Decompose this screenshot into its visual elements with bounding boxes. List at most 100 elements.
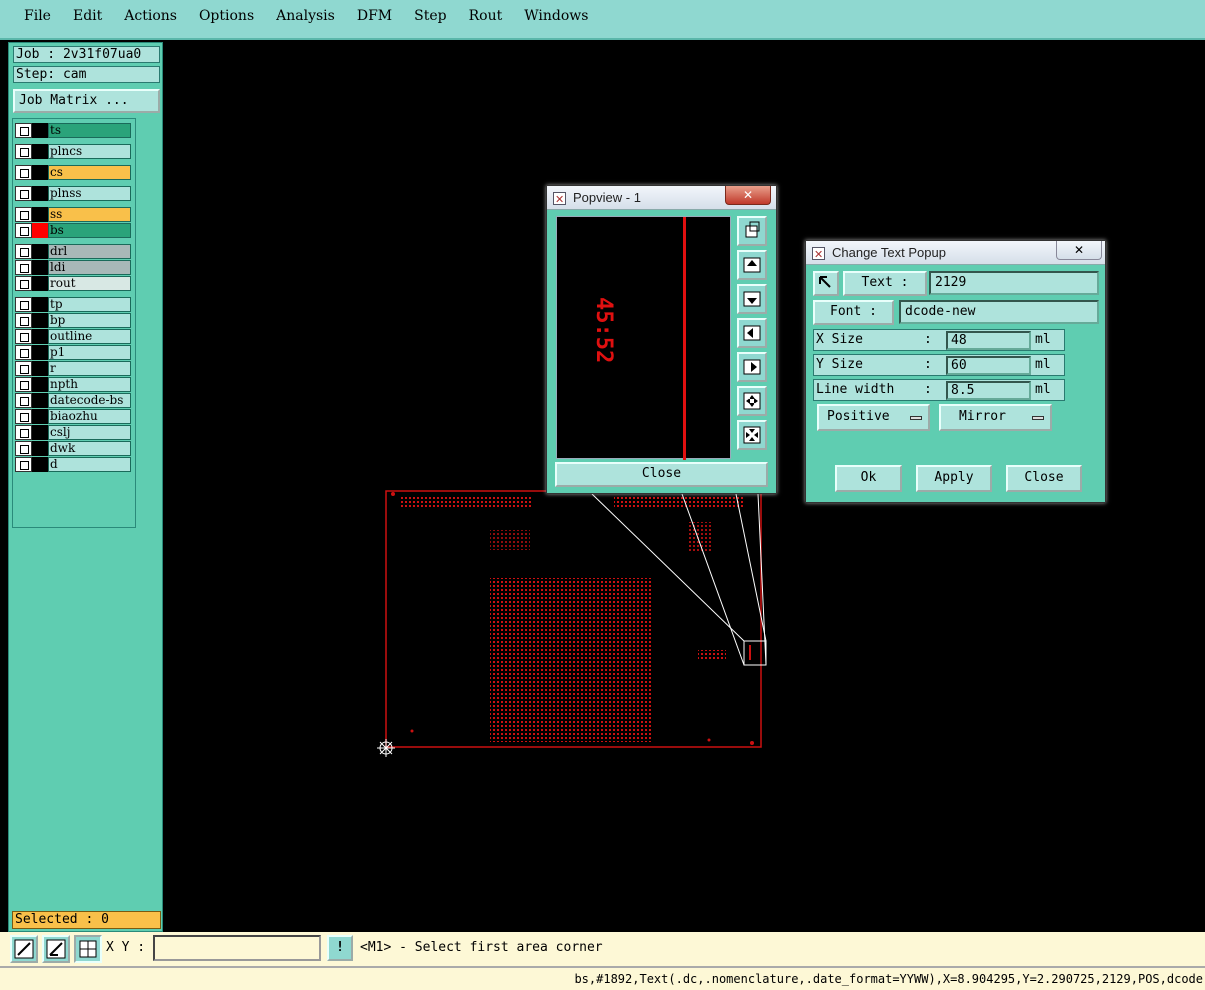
line-width-input[interactable]: 8.5: [946, 381, 1031, 400]
layer-row-drl[interactable]: drl: [15, 244, 135, 259]
layer-color-swatch[interactable]: [32, 441, 48, 456]
layer-name[interactable]: cs: [48, 165, 131, 180]
snap-icon[interactable]: [42, 935, 70, 963]
layer-name[interactable]: plnss: [48, 186, 131, 201]
layer-checkbox[interactable]: [15, 186, 32, 201]
measure-icon[interactable]: [10, 935, 38, 963]
layer-name[interactable]: ts: [48, 123, 131, 138]
layer-color-swatch[interactable]: [32, 165, 48, 180]
change-text-close-icon[interactable]: ✕: [1056, 241, 1102, 260]
layer-checkbox[interactable]: [15, 244, 32, 259]
layer-row-r[interactable]: r: [15, 361, 135, 376]
layer-row-d[interactable]: d: [15, 457, 135, 472]
layer-row-cslj[interactable]: cslj: [15, 425, 135, 440]
layer-name[interactable]: d: [48, 457, 131, 472]
ok-button[interactable]: Ok: [835, 465, 902, 492]
layer-checkbox[interactable]: [15, 441, 32, 456]
layer-color-swatch[interactable]: [32, 297, 48, 312]
layer-name[interactable]: outline: [48, 329, 131, 344]
pan-right-icon[interactable]: [737, 352, 767, 382]
layer-checkbox[interactable]: [15, 207, 32, 222]
layer-row-ldi[interactable]: ldi: [15, 260, 135, 275]
pick-arrow-icon[interactable]: [813, 271, 839, 296]
layer-name[interactable]: dwk: [48, 441, 131, 456]
layer-color-swatch[interactable]: [32, 244, 48, 259]
layer-color-swatch[interactable]: [32, 207, 48, 222]
layer-color-swatch[interactable]: [32, 345, 48, 360]
layer-checkbox[interactable]: [15, 457, 32, 472]
layer-color-swatch[interactable]: [32, 313, 48, 328]
layer-color-swatch[interactable]: [32, 393, 48, 408]
layer-row-bs[interactable]: bs: [15, 223, 135, 238]
layer-checkbox[interactable]: [15, 377, 32, 392]
text-input[interactable]: 2129: [929, 271, 1099, 295]
layer-checkbox[interactable]: [15, 123, 32, 138]
layer-checkbox[interactable]: [15, 297, 32, 312]
layer-name[interactable]: r: [48, 361, 131, 376]
layer-checkbox[interactable]: [15, 313, 32, 328]
layer-row-npth[interactable]: npth: [15, 377, 135, 392]
close-button[interactable]: Close: [1006, 465, 1082, 492]
layer-row-bp[interactable]: bp: [15, 313, 135, 328]
layer-checkbox[interactable]: [15, 393, 32, 408]
zoom-in-icon[interactable]: [737, 386, 767, 416]
layer-name[interactable]: rout: [48, 276, 131, 291]
popview-close-button[interactable]: Close: [555, 462, 768, 487]
layer-row-ss[interactable]: ss: [15, 207, 135, 222]
layer-row-outline[interactable]: outline: [15, 329, 135, 344]
pan-up-icon[interactable]: [737, 250, 767, 280]
zoom-fit-icon[interactable]: [737, 216, 767, 246]
xy-input[interactable]: [153, 935, 321, 961]
layer-name[interactable]: cslj: [48, 425, 131, 440]
layer-row-p1[interactable]: p1: [15, 345, 135, 360]
layer-row-ts[interactable]: ts: [15, 123, 135, 138]
layer-checkbox[interactable]: [15, 260, 32, 275]
layer-checkbox[interactable]: [15, 144, 32, 159]
layer-row-tp[interactable]: tp: [15, 297, 135, 312]
y-size-input[interactable]: 60: [946, 356, 1031, 375]
layer-row-plnss[interactable]: plnss: [15, 186, 135, 201]
layer-color-swatch[interactable]: [32, 377, 48, 392]
layer-name[interactable]: p1: [48, 345, 131, 360]
layer-color-swatch[interactable]: [32, 361, 48, 376]
layer-color-swatch[interactable]: [32, 260, 48, 275]
layer-name[interactable]: drl: [48, 244, 131, 259]
layer-name[interactable]: bs: [48, 223, 131, 238]
mirror-option[interactable]: Mirror: [939, 404, 1052, 431]
layer-row-biaozhu[interactable]: biaozhu: [15, 409, 135, 424]
layer-checkbox[interactable]: [15, 425, 32, 440]
layer-checkbox[interactable]: [15, 223, 32, 238]
layer-checkbox[interactable]: [15, 276, 32, 291]
layer-name[interactable]: plncs: [48, 144, 131, 159]
layer-color-swatch[interactable]: [32, 425, 48, 440]
layer-row-cs[interactable]: cs: [15, 165, 135, 180]
layer-color-swatch[interactable]: [32, 409, 48, 424]
font-button[interactable]: Font :: [813, 300, 894, 325]
layer-color-swatch[interactable]: [32, 186, 48, 201]
layer-name[interactable]: biaozhu: [48, 409, 131, 424]
exclamation-button[interactable]: !: [327, 935, 353, 961]
layer-row-rout[interactable]: rout: [15, 276, 135, 291]
layer-checkbox[interactable]: [15, 329, 32, 344]
layer-color-swatch[interactable]: [32, 457, 48, 472]
popview-canvas[interactable]: 45:52: [556, 216, 731, 460]
layer-checkbox[interactable]: [15, 409, 32, 424]
grid-icon[interactable]: [74, 935, 102, 963]
layer-checkbox[interactable]: [15, 345, 32, 360]
font-input[interactable]: dcode-new: [899, 300, 1099, 324]
layer-color-swatch[interactable]: [32, 223, 48, 238]
polarity-option[interactable]: Positive: [817, 404, 930, 431]
layer-color-swatch[interactable]: [32, 123, 48, 138]
layer-row-plncs[interactable]: plncs: [15, 144, 135, 159]
x-size-input[interactable]: 48: [946, 331, 1031, 350]
layer-name[interactable]: bp: [48, 313, 131, 328]
text-button[interactable]: Text :: [843, 271, 927, 296]
layer-checkbox[interactable]: [15, 361, 32, 376]
popview-close-icon[interactable]: ✕: [725, 186, 771, 205]
layer-name[interactable]: tp: [48, 297, 131, 312]
layer-color-swatch[interactable]: [32, 144, 48, 159]
pan-down-icon[interactable]: [737, 284, 767, 314]
apply-button[interactable]: Apply: [916, 465, 992, 492]
job-matrix-button[interactable]: Job Matrix ...: [13, 89, 160, 113]
layer-row-dwk[interactable]: dwk: [15, 441, 135, 456]
